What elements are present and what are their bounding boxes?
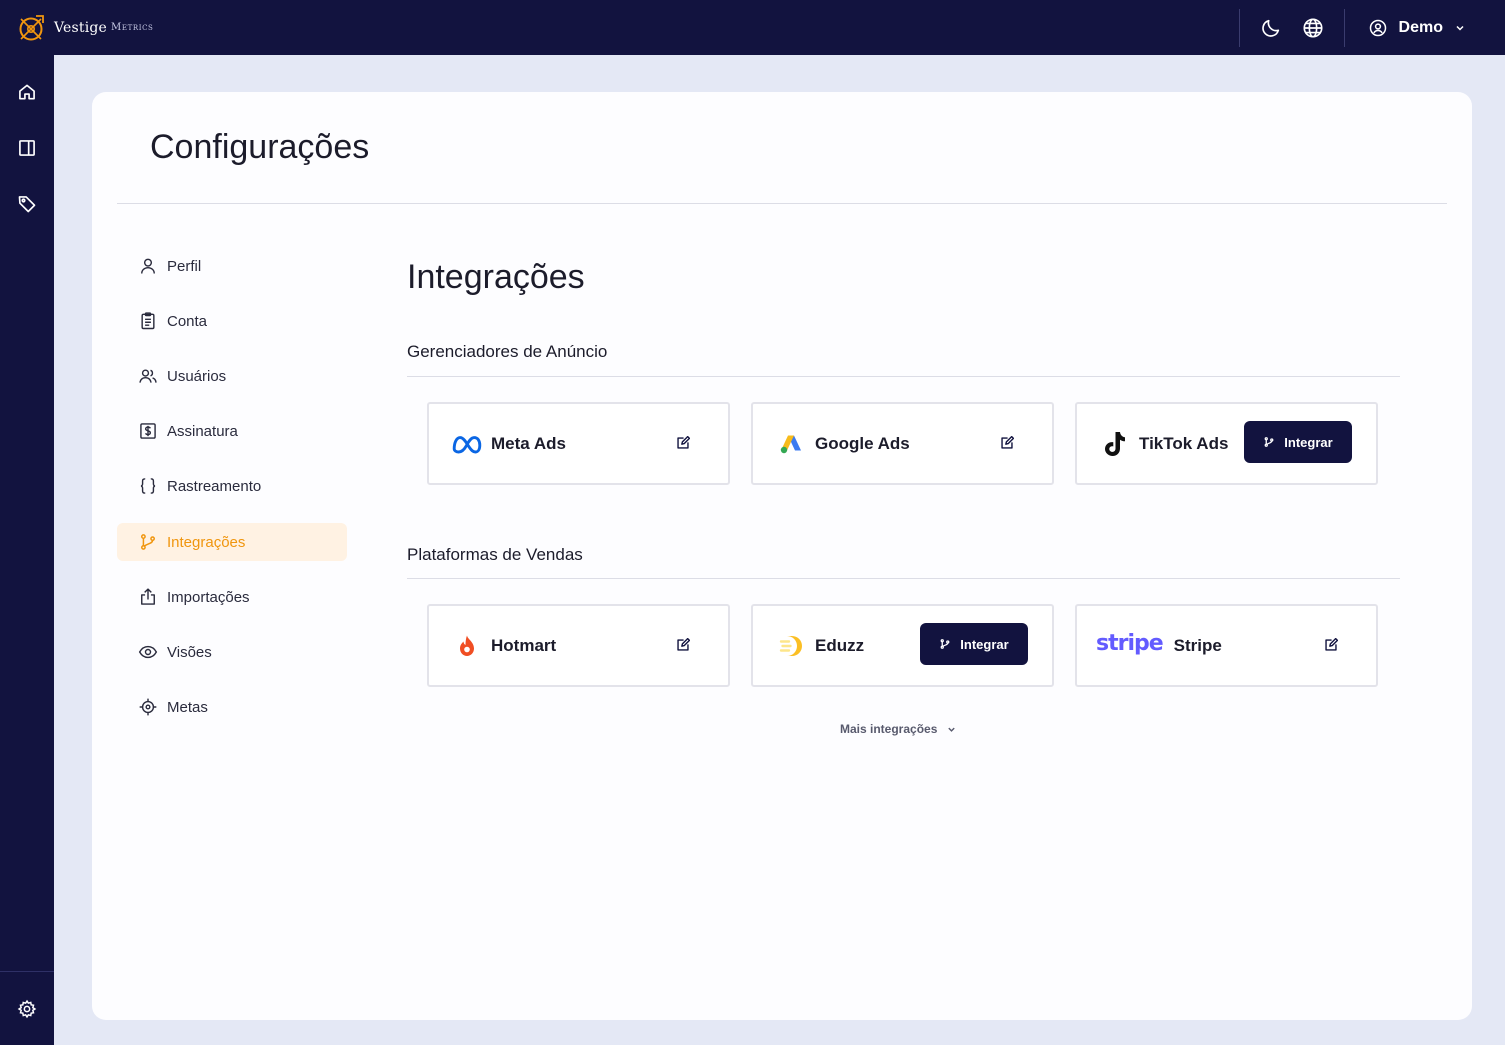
home-icon xyxy=(19,84,35,100)
target-icon xyxy=(139,698,157,716)
tiktok-logo-icon xyxy=(1105,431,1125,456)
more-integrations-label: Mais integrações xyxy=(840,722,938,736)
user-circle-icon xyxy=(1369,19,1386,36)
ads-group-divider xyxy=(407,376,1400,377)
hotmart-logo-icon xyxy=(460,635,474,656)
brand-sub: Metrics xyxy=(111,22,154,33)
brand[interactable]: Vestige Metrics xyxy=(16,13,153,43)
stripe-logo: stripe xyxy=(1096,631,1164,656)
meta-logo-icon xyxy=(452,435,482,453)
integrations-title: Integrações xyxy=(407,258,585,296)
rail-home-button[interactable] xyxy=(12,77,42,107)
moon-icon xyxy=(1261,19,1279,37)
edit-integration-button[interactable] xyxy=(998,434,1016,452)
integration-name: Hotmart xyxy=(491,635,557,655)
nav-item-conta[interactable]: Conta xyxy=(117,302,347,340)
eye-icon xyxy=(138,645,158,659)
user-menu[interactable]: Demo xyxy=(1345,19,1505,37)
nav-item-label: Metas xyxy=(167,698,208,716)
nav-item-label: Assinatura xyxy=(167,422,238,440)
globe-icon xyxy=(1303,17,1323,38)
brand-logo xyxy=(19,14,44,40)
integration-name: Eduzz xyxy=(815,635,865,655)
nav-item-label: Visões xyxy=(167,643,212,661)
edit-icon xyxy=(677,436,690,449)
nav-item-importacoes[interactable]: Importações xyxy=(117,578,347,616)
edit-icon xyxy=(1001,436,1014,449)
edit-integration-button[interactable] xyxy=(1322,636,1340,654)
nav-item-usuarios[interactable]: Usuários xyxy=(117,357,347,395)
rail-tags-button[interactable] xyxy=(12,189,42,219)
edit-icon xyxy=(1325,638,1338,651)
brand-name: Vestige xyxy=(54,19,108,36)
git-branch-icon xyxy=(1264,437,1274,447)
users-icon xyxy=(139,369,157,383)
page-title: Configurações xyxy=(150,128,370,166)
nav-item-assinatura[interactable]: Assinatura xyxy=(117,412,347,450)
nav-item-label: Integrações xyxy=(167,533,246,551)
nav-item-perfil[interactable]: Perfil xyxy=(117,247,347,285)
more-integrations-button[interactable]: Mais integrações xyxy=(840,722,956,736)
integration-name: Google Ads xyxy=(815,433,910,453)
language-button[interactable] xyxy=(1292,7,1334,49)
integrate-button-label: Integrar xyxy=(1284,434,1333,450)
integration-card-tiktok-ads: TikTok Ads Integrar xyxy=(1075,402,1378,485)
integration-name: TikTok Ads xyxy=(1139,433,1229,453)
sales-group-label: Plataformas de Vendas xyxy=(407,545,583,564)
upload-icon xyxy=(141,588,155,605)
integrate-button[interactable]: Integrar xyxy=(1244,421,1352,463)
left-rail xyxy=(0,55,54,1045)
eduzz-logo-icon xyxy=(779,635,802,656)
nav-item-label: Rastreamento xyxy=(167,477,262,495)
topbar-divider xyxy=(1238,8,1240,47)
title-divider xyxy=(117,203,1447,204)
integration-name: Stripe xyxy=(1173,635,1222,655)
nav-item-label: Usuários xyxy=(167,367,227,385)
rail-panel-button[interactable] xyxy=(12,133,42,163)
integrate-button[interactable]: Integrar xyxy=(920,623,1028,665)
braces-icon xyxy=(140,478,156,494)
nav-item-label: Conta xyxy=(167,312,208,330)
integration-name: Meta Ads xyxy=(491,433,566,453)
rail-divider xyxy=(0,971,54,972)
top-bar: Vestige Metrics Demo xyxy=(0,0,1505,55)
dollar-icon xyxy=(140,423,156,439)
user-name: Demo xyxy=(1398,18,1443,36)
nav-item-metas[interactable]: Metas xyxy=(117,688,347,726)
ads-group-label: Gerenciadores de Anúncio xyxy=(407,342,608,361)
google-ads-logo-icon xyxy=(780,435,801,453)
integration-card-google-ads: Google Ads xyxy=(751,402,1054,485)
edit-integration-button[interactable] xyxy=(674,434,692,452)
integration-card-hotmart: Hotmart xyxy=(427,604,730,687)
edit-integration-button[interactable] xyxy=(674,636,692,654)
nav-item-label: Perfil xyxy=(167,257,202,275)
rail-settings-button[interactable] xyxy=(12,994,42,1024)
sales-group-divider xyxy=(407,578,1400,579)
sidebar-panel-icon xyxy=(19,140,35,156)
tag-icon xyxy=(18,196,36,213)
chevron-down-icon xyxy=(948,727,956,732)
integration-card-stripe: stripe Stripe xyxy=(1075,604,1378,687)
nav-item-visoes[interactable]: Visões xyxy=(117,633,347,671)
integration-card-eduzz: Eduzz Integrar xyxy=(751,604,1054,687)
settings-card: Configurações Perfil Conta Usuários Assi… xyxy=(92,92,1472,1020)
nav-item-integracoes[interactable]: Integrações xyxy=(117,523,347,561)
nav-item-label: Importações xyxy=(167,588,250,606)
edit-icon xyxy=(677,638,690,651)
git-branch-icon xyxy=(141,534,155,550)
theme-toggle-button[interactable] xyxy=(1250,7,1292,49)
integration-card-meta-ads: Meta Ads xyxy=(427,402,730,485)
user-icon xyxy=(141,258,155,274)
nav-item-rastreamento[interactable]: Rastreamento xyxy=(117,467,347,505)
integrate-button-label: Integrar xyxy=(960,636,1009,652)
clipboard-icon xyxy=(141,312,155,330)
chevron-down-icon xyxy=(1456,25,1464,31)
gear-icon xyxy=(17,999,37,1019)
git-branch-icon xyxy=(940,639,950,649)
